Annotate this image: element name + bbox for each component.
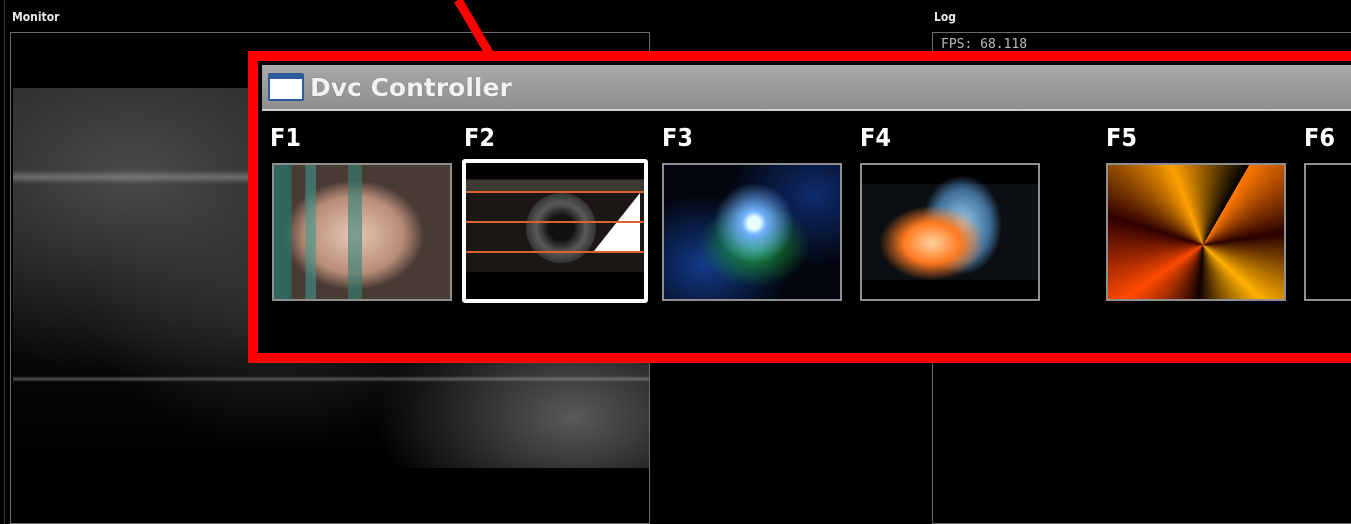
highlight-box: Dvc Controller F1 F2 F3 F4 F5 F6 xyxy=(248,51,1351,363)
clip-thumbnail-shards[interactable] xyxy=(1106,163,1286,301)
slot-key-label: F6 xyxy=(1304,123,1336,152)
scan-line xyxy=(466,251,644,253)
clip-thumbnail-eye-selected[interactable] xyxy=(462,159,648,303)
slot-key-label: F1 xyxy=(270,123,302,152)
dvc-controller-window: Dvc Controller F1 F2 F3 F4 F5 F6 xyxy=(262,65,1351,353)
slot-key-label: F4 xyxy=(860,123,892,152)
scan-line xyxy=(466,221,644,223)
clip-thumbnail-burst[interactable] xyxy=(662,163,842,301)
slot-key-label: F5 xyxy=(1106,123,1138,152)
window-titlebar[interactable]: Dvc Controller xyxy=(262,65,1351,111)
app-root: Monitor Log FPS: 68.118 Dvc Controller F… xyxy=(0,0,1351,524)
window-title: Dvc Controller xyxy=(310,73,512,102)
window-app-icon xyxy=(268,73,304,101)
slot-key-label: F2 xyxy=(464,123,496,152)
slot-key-label: F3 xyxy=(662,123,694,152)
clip-thumbnail-blank[interactable] xyxy=(1304,163,1351,301)
clip-thumbnail-face[interactable] xyxy=(272,163,452,301)
clip-thumbnail-craft[interactable] xyxy=(860,163,1040,301)
